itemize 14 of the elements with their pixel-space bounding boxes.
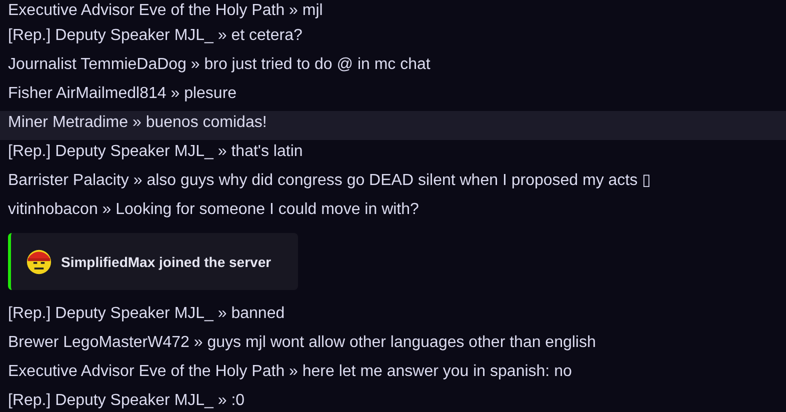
chat-message: [Rep.] Deputy Speaker MJL_ » that's latin <box>7 142 304 162</box>
avatar-icon <box>26 248 52 274</box>
chat-message: Executive Advisor Eve of the Holy Path » mjl <box>7 1 324 21</box>
chat-message: Brewer LegoMasterW472 » guys mjl wont allow other languages other than english <box>7 333 597 353</box>
chat-message: [Rep.] Deputy Speaker MJL_ » banned <box>7 304 286 324</box>
chat-message: [Rep.] Deputy Speaker MJL_ » :0 <box>7 391 246 411</box>
chat-message: Miner Metradime » buenos comidas! <box>0 111 786 140</box>
chat-message: Barrister Palacity » also guys why did congress go DEAD silent when I proposed my acts ▯ <box>7 171 652 191</box>
chat-message: Journalist TemmieDaDog » bro just tried to do @ in mc chat <box>7 55 432 75</box>
join-message: SimplifiedMax joined the server <box>61 254 272 270</box>
chat-message: vitinhobacon » Looking for someone I could move in with? <box>7 200 420 220</box>
chat-message: [Rep.] Deputy Speaker MJL_ » et cetera? <box>7 26 304 46</box>
chat-message: Fisher AirMailmedl814 » plesure <box>7 84 238 104</box>
chat-message: Executive Advisor Eve of the Holy Path » here let me answer you in spanish: no <box>7 362 573 382</box>
